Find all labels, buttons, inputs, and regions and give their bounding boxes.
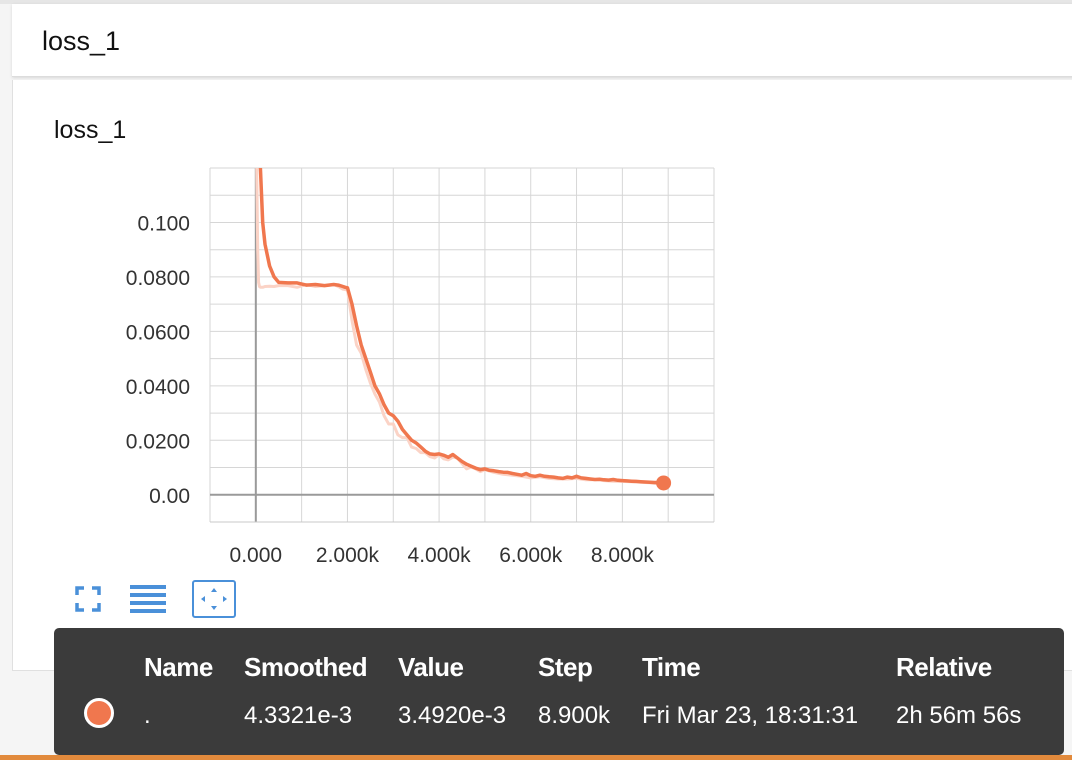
fullscreen-icon [75,586,101,612]
hover-marker [656,475,672,491]
y-tick-label: 0.0800 [126,267,190,290]
y-tick-label: 0.0600 [126,321,190,344]
cell-step: 8.900k [538,702,611,729]
x-tick-label: 4.000k [408,544,472,567]
header-value: Value [398,652,464,682]
x-tick-label: 6.000k [499,544,563,567]
hover-point [656,475,672,491]
series-line-smoothed [258,168,666,485]
cell-smoothed: 4.3321e-3 [244,702,353,729]
header-time: Time [642,652,701,682]
lines-icon [130,585,166,613]
y-tick-label: 0.00 [149,485,190,508]
header-name: Name [144,652,213,682]
series [255,168,666,487]
x-tick-label: 8.000k [591,544,655,567]
x-tick-label: 0.000 [230,544,283,567]
cell-time: Fri Mar 23, 18:31:31 [642,702,859,729]
cell-name: . [144,702,151,729]
bottom-accent [0,755,1072,760]
header-relative: Relative [896,652,992,682]
series-color-swatch [84,698,114,728]
cell-value: 3.4920e-3 [398,702,507,729]
header-smoothed: Smoothed [244,652,368,682]
y-tick-label: 0.0400 [126,376,190,399]
axes [210,168,714,523]
loss-chart[interactable]: 0.000 2.000k 4.000k 6.000k 8.000k 0.00 0.0200 0… [0,0,1072,580]
header-step: Step [538,652,593,682]
toggle-log-scale-button[interactable] [128,580,168,618]
cell-relative: 2h 56m 56s [896,702,1022,729]
tick-labels: 0.000 2.000k 4.000k 6.000k 8.000k 0.00 0.0200 0… [126,212,655,567]
fit-domain-button[interactable] [192,580,236,618]
data-tooltip: Name Smoothed Value Step Time Relative .… [54,628,1064,755]
y-tick-label: 0.0200 [126,430,190,453]
fit-domain-icon [201,588,227,610]
x-tick-label: 2.000k [316,544,380,567]
fullscreen-button[interactable] [68,580,108,618]
grid [209,167,715,523]
series-line-raw [255,168,666,487]
y-tick-label: 0.100 [137,212,190,235]
